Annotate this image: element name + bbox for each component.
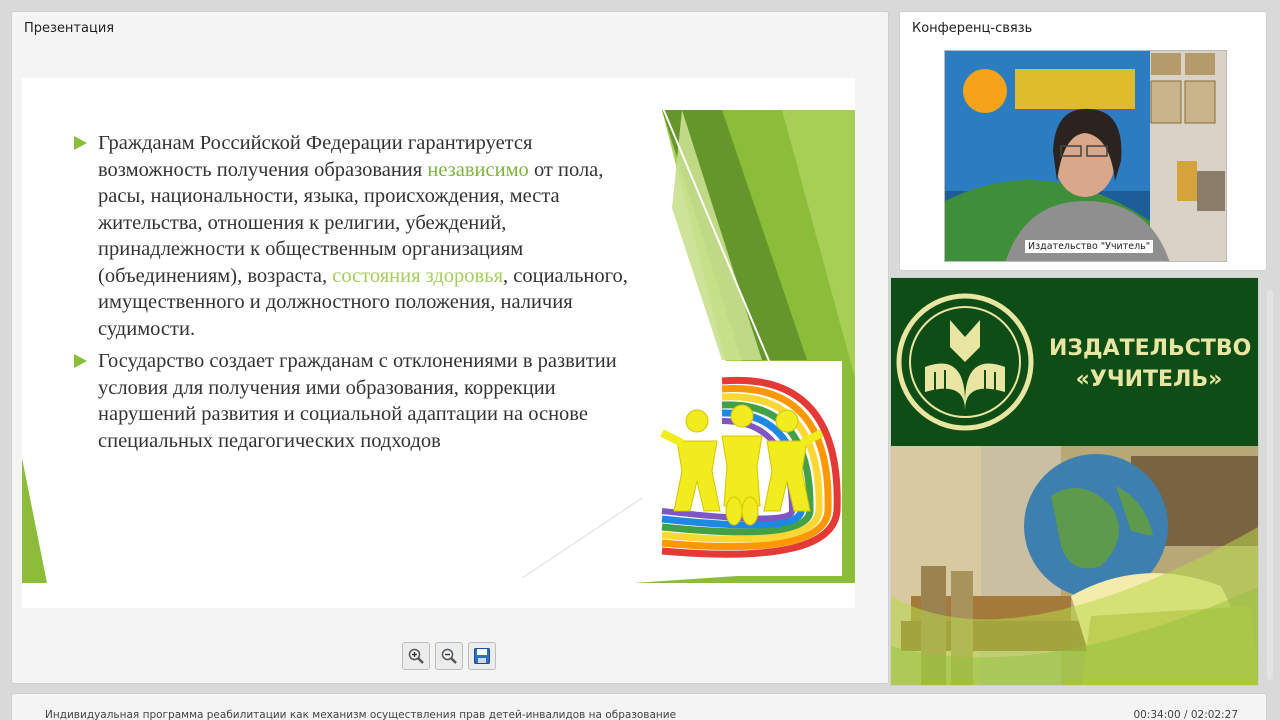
- bullet2-text: Государство создает гражданам с отклонен…: [98, 350, 617, 452]
- highlight-independently: независимо: [427, 158, 529, 181]
- bullet-arrow-icon: [74, 136, 87, 150]
- zoom-out-icon: [441, 648, 457, 664]
- slide-toolbar: [402, 642, 496, 670]
- publisher-logo-icon: [896, 293, 1034, 431]
- webinar-title: Индивидуальная программа реабилитации ка…: [45, 709, 677, 720]
- rainbow-figures-image: [642, 361, 842, 576]
- save-button[interactable]: [468, 642, 496, 670]
- publisher-name-line1: ИЗДАТЕЛЬСТВО: [1049, 336, 1252, 361]
- publisher-name-line2: «УЧИТЕЛЬ»: [1075, 367, 1223, 392]
- books-globe-image: [891, 446, 1258, 685]
- zoom-in-icon: [408, 648, 424, 664]
- presentation-title: Презентация: [24, 21, 115, 36]
- zoom-in-button[interactable]: [402, 642, 430, 670]
- slide-text: Гражданам Российской Федерации гарантиру…: [74, 130, 644, 460]
- publisher-name: ИЗДАТЕЛЬСТВО «УЧИТЕЛЬ»: [1049, 333, 1252, 395]
- footer-bar: Индивидуальная программа реабилитации ка…: [11, 693, 1267, 720]
- conference-title: Конференц-связь: [912, 21, 1033, 36]
- bullet-item-1: Гражданам Российской Федерации гарантиру…: [74, 130, 644, 342]
- video-feed: Издательство "Учитель": [944, 50, 1227, 262]
- playback-time: 00:34:00 / 02:02:27: [1133, 709, 1238, 720]
- publisher-banner: ИЗДАТЕЛЬСТВО «УЧИТЕЛЬ»: [890, 277, 1259, 686]
- conference-panel: Конференц-связь Издательство "Учитель": [899, 11, 1267, 271]
- banner-header: ИЗДАТЕЛЬСТВО «УЧИТЕЛЬ»: [891, 278, 1258, 446]
- presentation-panel: Презентация Гражданам Российской Федерац…: [11, 11, 889, 684]
- highlight-health: состояния здоровья: [332, 264, 504, 287]
- slide: Гражданам Российской Федерации гарантиру…: [22, 78, 855, 608]
- bullet-item-2: Государство создает гражданам с отклонен…: [74, 348, 644, 454]
- zoom-out-button[interactable]: [435, 642, 463, 670]
- bullet-arrow-icon: [74, 354, 87, 368]
- video-participant-label: Издательство "Учитель": [1025, 240, 1154, 253]
- right-scrollbar[interactable]: [1267, 290, 1273, 680]
- save-icon: [474, 648, 490, 664]
